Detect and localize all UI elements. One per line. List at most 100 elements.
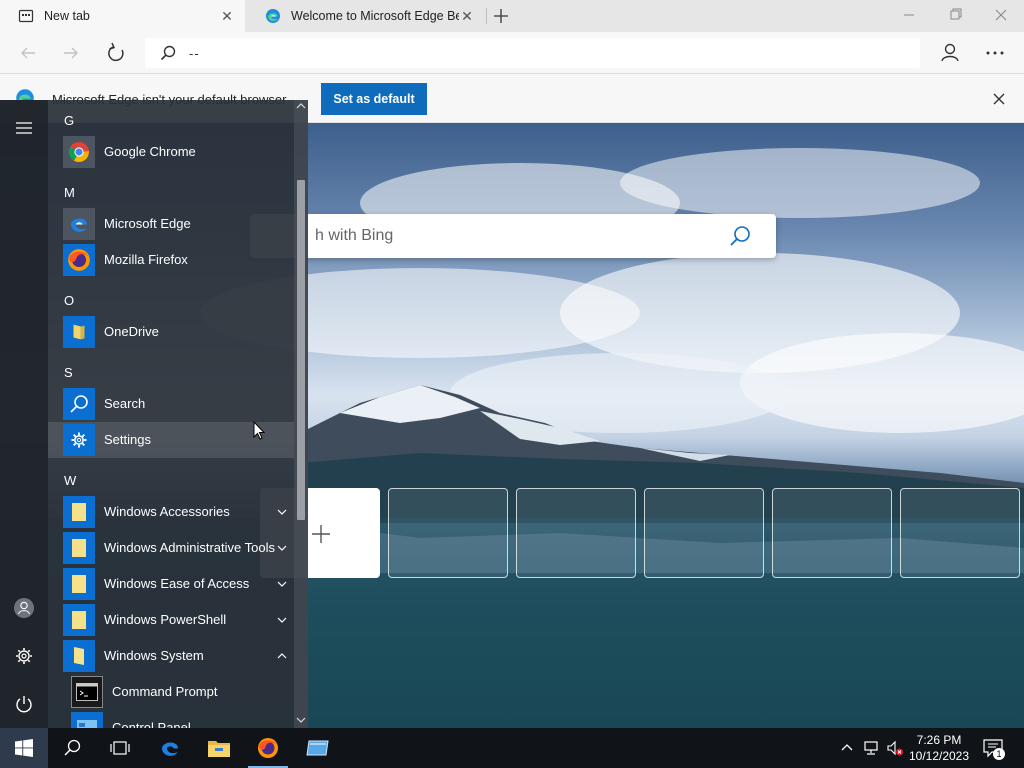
app-label: Windows System: [104, 648, 204, 663]
app-tile: [63, 496, 95, 528]
chevron-down-icon[interactable]: [276, 614, 288, 626]
start-menu-scrollbar[interactable]: [294, 100, 308, 728]
quick-link-tile[interactable]: [900, 488, 1020, 578]
search-icon: [64, 739, 81, 756]
new-tab-plus-icon[interactable]: [490, 5, 512, 27]
app-item-control-panel[interactable]: Control Panel: [48, 710, 294, 728]
app-item-command-prompt[interactable]: Command Prompt: [48, 674, 294, 710]
mouse-cursor-icon: [253, 421, 265, 440]
back-arrow-icon[interactable]: [13, 38, 43, 68]
address-text: --: [189, 45, 200, 61]
system-clock[interactable]: 7:26 PM 10/12/2023: [902, 732, 976, 764]
scroll-up-arrow-icon[interactable]: [296, 102, 306, 110]
taskbar-edge-button[interactable]: [146, 728, 194, 768]
set-as-default-button[interactable]: Set as default: [321, 83, 427, 115]
window-close-icon[interactable]: [978, 0, 1024, 30]
app-item-windows-powershell[interactable]: Windows PowerShell: [48, 602, 294, 638]
chevron-down-icon[interactable]: [276, 542, 288, 554]
app-tile: [63, 424, 95, 456]
taskbar-search-button[interactable]: [48, 728, 96, 768]
app-tile: [71, 712, 103, 728]
quick-link-tile[interactable]: [772, 488, 892, 578]
control-panel-icon: [77, 720, 97, 728]
app-item-search[interactable]: Search: [48, 386, 294, 422]
edge-icon: [71, 218, 87, 232]
more-menu-icon[interactable]: [980, 38, 1010, 68]
app-label: Control Panel: [112, 720, 191, 728]
quick-link-tile[interactable]: [516, 488, 636, 578]
letter-header[interactable]: G: [64, 113, 74, 128]
network-icon[interactable]: [862, 739, 880, 757]
refresh-icon[interactable]: [101, 38, 131, 68]
windows-logo-icon: [15, 739, 33, 757]
letter-header[interactable]: W: [64, 473, 76, 488]
edge-icon: [162, 742, 178, 756]
folder-icon: [72, 503, 86, 521]
app-item-microsoft-edge[interactable]: Microsoft Edge: [48, 206, 294, 242]
app-item-windows-ease-of-access[interactable]: Windows Ease of Access: [48, 566, 294, 602]
onedrive-icon: [73, 324, 85, 340]
chevron-down-icon[interactable]: [276, 578, 288, 590]
close-icon[interactable]: ✕: [459, 8, 475, 24]
power-icon[interactable]: [8, 688, 40, 720]
start-menu: G Google Chrome M Microsoft Edge Mozilla…: [0, 100, 308, 728]
forward-arrow-icon[interactable]: [56, 38, 86, 68]
restore-icon[interactable]: [932, 0, 978, 30]
app-item-windows-administrative-tools[interactable]: Windows Administrative Tools: [48, 530, 294, 566]
app-item-windows-accessories[interactable]: Windows Accessories: [48, 494, 294, 530]
taskbar: 7:26 PM 10/12/2023 1: [0, 728, 1024, 768]
app-tile: [63, 640, 95, 672]
app-label: Settings: [104, 432, 151, 447]
tab-welcome[interactable]: Welcome to Microsoft Edge Beta ✕: [247, 0, 485, 32]
app-label: Windows Accessories: [104, 504, 230, 519]
quick-link-tile[interactable]: [644, 488, 764, 578]
letter-header[interactable]: M: [64, 185, 75, 200]
firefox-icon: [258, 738, 278, 758]
user-account-icon[interactable]: [8, 592, 40, 624]
start-button[interactable]: [0, 728, 48, 768]
chevron-up-icon[interactable]: [276, 650, 288, 662]
taskbar-firefox-button[interactable]: [244, 728, 292, 768]
folder-icon: [72, 539, 86, 557]
app-tile: [63, 604, 95, 636]
chevron-up-icon[interactable]: [838, 739, 856, 757]
profile-icon[interactable]: [935, 38, 965, 68]
start-menu-rail: [0, 100, 48, 728]
app-item-windows-system[interactable]: Windows System: [48, 638, 294, 674]
search-icon: [70, 395, 88, 413]
gear-icon: [71, 432, 87, 448]
chevron-down-icon[interactable]: [276, 506, 288, 518]
address-bar[interactable]: --: [145, 38, 920, 68]
close-icon[interactable]: ✕: [219, 8, 235, 24]
app-item-google-chrome[interactable]: Google Chrome: [48, 134, 294, 170]
tab-title: New tab: [44, 9, 90, 23]
gear-icon[interactable]: [8, 640, 40, 672]
app-label: Search: [104, 396, 146, 411]
bing-search-box[interactable]: h with Bing: [250, 214, 776, 258]
new-tab-page-icon: [18, 9, 34, 23]
scroll-down-arrow-icon[interactable]: [296, 716, 306, 724]
letter-header[interactable]: O: [64, 293, 74, 308]
tab-new-tab[interactable]: New tab ✕: [0, 0, 245, 32]
hamburger-menu-icon[interactable]: [8, 112, 40, 144]
app-item-mozilla-firefox[interactable]: Mozilla Firefox: [48, 242, 294, 278]
letter-header[interactable]: S: [64, 365, 73, 380]
clock-time: 7:26 PM: [916, 733, 962, 747]
tab-divider: [486, 8, 487, 24]
browser-toolbar: --: [0, 32, 1024, 74]
scrollbar-thumb[interactable]: [297, 180, 305, 520]
folder-icon: [72, 611, 86, 629]
taskbar-file-explorer-button[interactable]: [195, 728, 243, 768]
taskbar-app-button[interactable]: [294, 728, 342, 768]
search-icon[interactable]: [728, 224, 752, 248]
tab-title: Welcome to Microsoft Edge Beta: [291, 9, 459, 23]
task-view-button[interactable]: [96, 728, 144, 768]
close-icon[interactable]: [990, 90, 1008, 108]
app-label: Mozilla Firefox: [104, 252, 188, 267]
app-item-onedrive[interactable]: OneDrive: [48, 314, 294, 350]
minimize-icon[interactable]: [886, 0, 932, 30]
app-label: Google Chrome: [104, 144, 196, 159]
quick-link-tile[interactable]: [388, 488, 508, 578]
app-tile: [63, 208, 95, 240]
app-tile: [63, 532, 95, 564]
